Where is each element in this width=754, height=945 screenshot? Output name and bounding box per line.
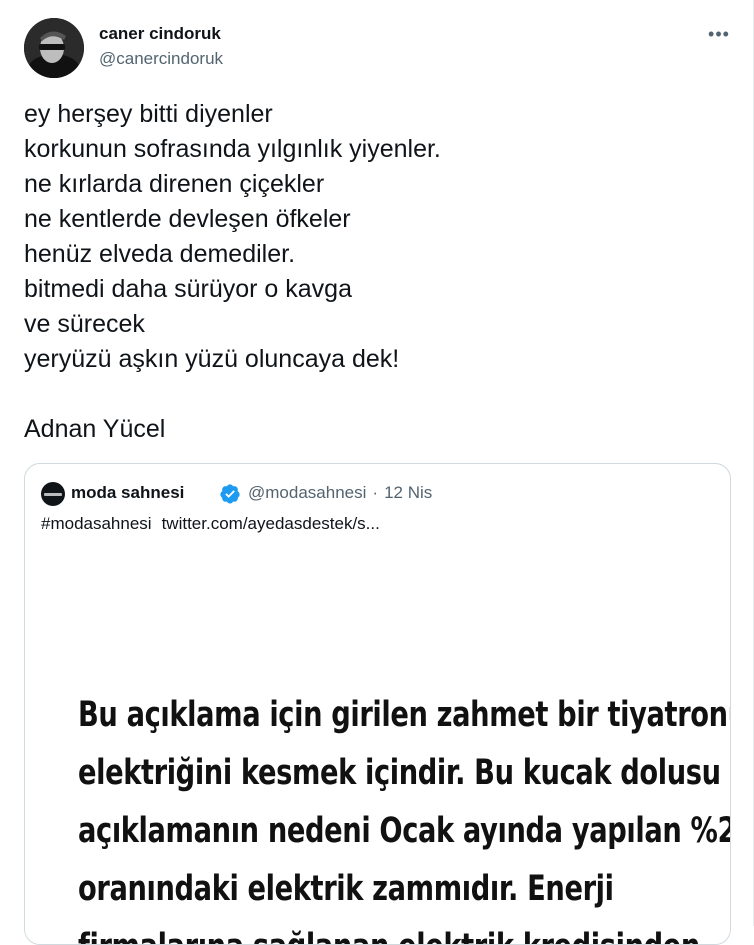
verified-badge-icon <box>220 484 240 504</box>
author-name[interactable]: caner cindoruk <box>99 24 221 44</box>
tweet-text: ey herşey bitti diyenler korkunun sofras… <box>24 97 724 447</box>
quoted-tweet[interactable]: moda sahnesi @modasahnesi · 12 Nis #modasa… <box>24 463 731 945</box>
quoted-image[interactable]: Bu açıklama için girilen zahmet bir tiya… <box>25 546 730 944</box>
image-text-line: firmalarına sağlanan elektrik kredisinde… <box>78 918 700 944</box>
quoted-text: #modasahnesi twitter.com/ayedasdestek/s..… <box>41 514 380 534</box>
quoted-avatar[interactable] <box>41 482 65 506</box>
tweet-line: ne kentlerde devleşen öfkeler <box>24 205 351 233</box>
image-text-line: Bu açıklama için girilen zahmet bir tiya… <box>78 695 730 735</box>
tweet: caner cindoruk @canercindoruk ••• ey her… <box>0 0 754 945</box>
image-text: Bu açıklama için girilen zahmet bir tiya… <box>78 686 730 944</box>
tweet-signature: Adnan Yücel <box>24 415 166 443</box>
avatar-photo <box>24 18 84 78</box>
quoted-date[interactable]: 12 Nis <box>384 483 432 502</box>
quoted-handle[interactable]: @modasahnesi <box>248 483 366 502</box>
tweet-line: ey herşey bitti diyenler <box>24 100 273 128</box>
quoted-author-name[interactable]: moda sahnesi <box>71 483 184 503</box>
image-text-line: açıklamanın nedeni Ocak ayında yapılan %… <box>78 811 730 851</box>
more-options-icon[interactable]: ••• <box>704 20 734 48</box>
image-text-line: elektriğini kesmek içindir. Bu kucak dol… <box>78 753 721 793</box>
author-avatar[interactable] <box>24 18 84 78</box>
hashtag-link[interactable]: #modasahnesi <box>41 514 152 533</box>
meta-separator: · <box>372 483 379 502</box>
tweet-line: bitmedi daha sürüyor o kavga <box>24 275 352 303</box>
url-link[interactable]: twitter.com/ayedasdestek/s... <box>162 514 380 533</box>
quoted-avatar-logo <box>44 492 62 496</box>
tweet-line: ve sürecek <box>24 310 145 338</box>
tweet-line: yeryüzü aşkın yüzü oluncaya dek! <box>24 345 400 373</box>
author-handle[interactable]: @canercindoruk <box>99 49 223 69</box>
tweet-line: korkunun sofrasında yılgınlık yiyenler. <box>24 135 441 163</box>
image-text-line: oranındaki elektrik zammıdır. Enerji <box>78 869 614 909</box>
tweet-line: ne kırlarda direnen çiçekler <box>24 170 325 198</box>
tweet-line: henüz elveda demediler. <box>24 240 296 268</box>
quoted-meta: @modasahnesi · 12 Nis <box>248 483 432 503</box>
